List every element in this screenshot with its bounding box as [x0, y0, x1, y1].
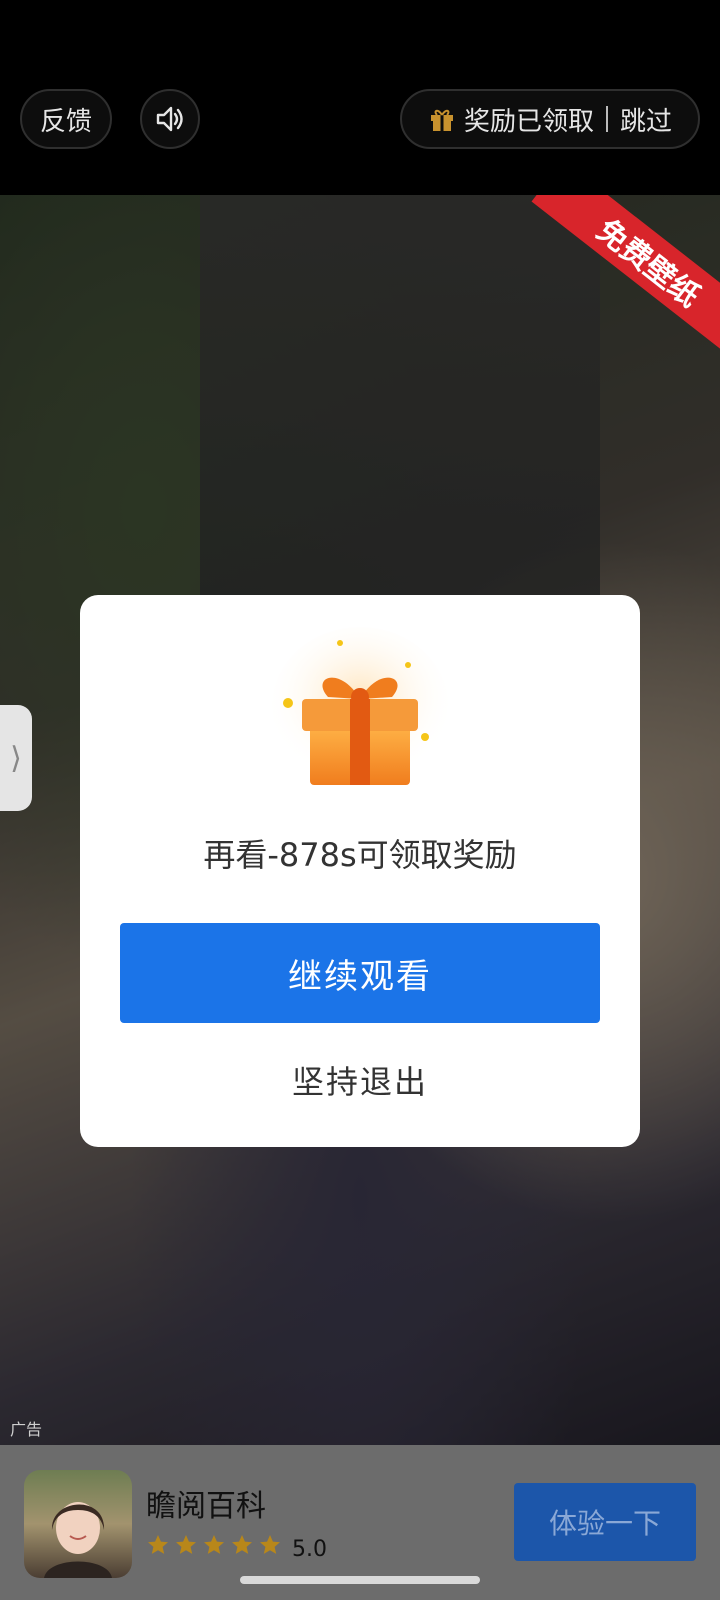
sound-button[interactable]: [140, 89, 200, 149]
star-icon: [232, 1535, 252, 1554]
star-icon: [204, 1535, 224, 1554]
app-icon[interactable]: [24, 1470, 132, 1578]
star-icon: [176, 1535, 196, 1554]
reward-dialog: 再看-878s可领取奖励 继续观看 坚持退出: [80, 595, 640, 1147]
rating-value: 5.0: [292, 1537, 327, 1562]
quit-button[interactable]: 坚持退出: [80, 1057, 640, 1103]
feedback-button[interactable]: 反馈: [20, 89, 112, 149]
app-name: 瞻阅百科: [146, 1489, 266, 1524]
continue-watching-button[interactable]: 继续观看: [120, 923, 600, 1023]
continue-label: 继续观看: [288, 956, 432, 997]
avatar-photo-icon: [44, 1502, 112, 1578]
try-it-button[interactable]: 体验一下: [514, 1483, 696, 1561]
reward-status: 奖励已领取: [463, 106, 594, 137]
star-icon: [260, 1535, 280, 1554]
gift-box-icon: [272, 627, 448, 785]
top-bar: 反馈 奖励已领取 跳过: [0, 0, 720, 195]
ad-label: 广告: [10, 1420, 43, 1439]
skip-label: 跳过: [620, 106, 673, 137]
countdown-message: 再看-878s可领取奖励: [203, 836, 517, 874]
side-expand-tab[interactable]: ⟩: [0, 705, 32, 811]
star-rating: [146, 1533, 282, 1557]
star-icon: [148, 1535, 168, 1554]
divider: [606, 106, 608, 132]
gift-icon: [430, 109, 453, 131]
speaker-icon: [156, 106, 183, 132]
chevron-right-icon: ⟩: [10, 740, 22, 776]
try-label: 体验一下: [548, 1507, 661, 1540]
home-indicator[interactable]: [240, 1576, 480, 1584]
feedback-label: 反馈: [39, 106, 92, 137]
reward-skip-button[interactable]: 奖励已领取 跳过: [400, 89, 700, 149]
